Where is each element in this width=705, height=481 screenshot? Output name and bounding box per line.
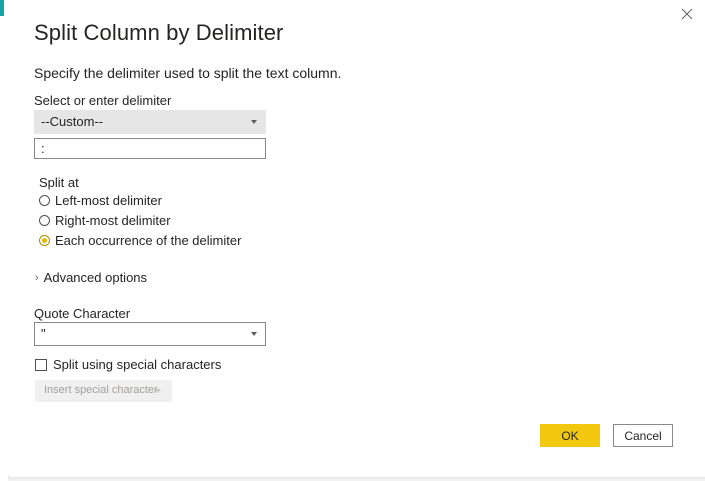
radio-label: Right-most delimiter [55, 213, 171, 228]
radio-right-most[interactable]: Right-most delimiter [39, 213, 171, 228]
checkbox[interactable] [35, 358, 47, 371]
custom-delimiter-input[interactable] [34, 138, 266, 159]
background-accent [0, 0, 4, 16]
checkbox-label: Split using special characters [53, 357, 222, 372]
delimiter-dropdown[interactable]: --Custom-- [34, 110, 266, 134]
chevron-down-icon [251, 120, 257, 124]
quote-character-label: Quote Character [34, 306, 131, 321]
radio-left-most[interactable]: Left-most delimiter [39, 193, 162, 208]
chevron-down-icon [155, 389, 161, 393]
special-characters-checkbox[interactable]: Split using special characters [35, 357, 221, 372]
insert-special-character-label: Insert special character [44, 384, 158, 396]
close-icon[interactable] [679, 6, 695, 22]
quote-character-dropdown[interactable]: " [34, 322, 266, 346]
quote-selected-value: " [41, 326, 46, 341]
dialog-title: Split Column by Delimiter [34, 20, 284, 45]
cancel-button[interactable]: Cancel [613, 424, 673, 447]
radio-button[interactable] [39, 215, 50, 226]
ok-button[interactable]: OK [540, 424, 600, 447]
advanced-options-toggle[interactable]: › Advanced options [35, 270, 147, 285]
split-at-label: Split at [39, 175, 79, 190]
radio-button[interactable] [39, 195, 50, 206]
advanced-options-label: Advanced options [43, 270, 148, 285]
chevron-right-icon: › [35, 271, 39, 284]
radio-label: Each occurrence of the delimiter [55, 233, 242, 248]
insert-special-character-button[interactable]: Insert special character [35, 380, 172, 402]
delimiter-selected-value: --Custom-- [41, 114, 104, 129]
dialog-description: Specify the delimiter used to split the … [34, 65, 342, 81]
chevron-down-icon [251, 332, 257, 336]
radio-label: Left-most delimiter [55, 193, 162, 208]
radio-each-occurrence[interactable]: Each occurrence of the delimiter [39, 233, 241, 248]
split-column-dialog: Split Column by Delimiter Specify the de… [8, 0, 705, 476]
delimiter-label: Select or enter delimiter [34, 93, 172, 108]
dialog-bottom-edge [8, 477, 705, 481]
radio-button-selected[interactable] [39, 235, 50, 246]
